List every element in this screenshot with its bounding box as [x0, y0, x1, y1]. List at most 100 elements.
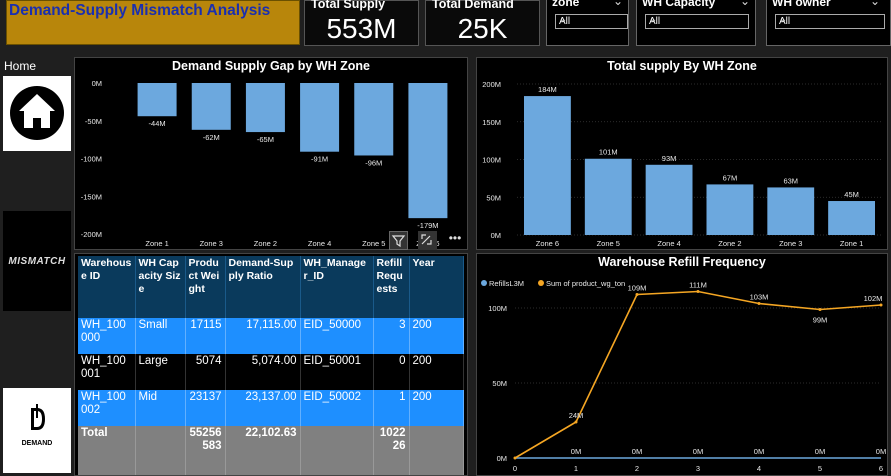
- total-cell: [300, 426, 374, 475]
- column-header[interactable]: Demand-Supply Ratio: [225, 256, 301, 318]
- supply-data-label: 184M: [538, 85, 557, 94]
- weight-point: [574, 420, 578, 424]
- zone-slicer[interactable]: zone ⌄ All ⌄: [546, 0, 629, 46]
- table-cell: EID_50000: [300, 318, 374, 354]
- x-tick-label: 1: [574, 464, 578, 473]
- total-cell: 22,102.63: [225, 426, 301, 475]
- weight-point: [696, 290, 700, 293]
- wh-owner-slicer[interactable]: WH owner ⌄ All ⌄: [766, 0, 891, 46]
- chevron-down-icon[interactable]: ⌄: [613, 0, 623, 8]
- total-cell: 102226: [373, 426, 410, 475]
- x-tick-label: 6: [879, 464, 883, 473]
- total-cell: 55256583: [185, 426, 226, 475]
- refills-data-label: 0M: [571, 447, 581, 456]
- total-supply-label: Total Supply: [311, 0, 386, 11]
- wh-capacity-slicer[interactable]: WH Capacity ⌄ All ⌄: [636, 0, 756, 46]
- total-demand-label: Total Demand: [432, 0, 514, 11]
- wh-owner-dropdown[interactable]: All ⌄: [775, 14, 885, 29]
- table-cell: 200: [409, 390, 464, 426]
- supply-chart: 200M 150M 100M 50M 0M 184M Zone 6 101M Zone 5 93M…: [482, 80, 882, 248]
- total-demand-value: 25K: [457, 13, 508, 44]
- column-header[interactable]: Warehouse ID: [78, 256, 136, 318]
- chevron-down-icon[interactable]: ⌄: [740, 0, 750, 8]
- y-tick-label: 100M: [488, 304, 507, 313]
- total-supply-panel[interactable]: Total supply By WH Zone 200M 150M 100M 50M 0…: [476, 57, 888, 250]
- total-supply-value: 553M: [326, 13, 397, 44]
- y-tick-label: 0M: [497, 454, 507, 463]
- gap-chart: 0M -50M -100M -150M -200M -44M Zone 1 -62M Zone …: [81, 79, 448, 248]
- x-tick-label: Zone 4: [657, 239, 680, 248]
- refill-frequency-panel[interactable]: Warehouse Refill Frequency 100M 50M 0M 0 1 2 3…: [476, 253, 888, 476]
- wh-owner-slicer-title: WH owner: [772, 0, 831, 9]
- table-total-row: Total 55256583 22,102.63 102226: [78, 426, 464, 475]
- weight-data-label: 111M: [689, 281, 707, 290]
- table-row[interactable]: WH_100001 Large 5074 5,074.00 EID_50001 0 200: [78, 354, 464, 390]
- y-tick-label: -200M: [81, 230, 102, 239]
- home-button[interactable]: [3, 76, 71, 151]
- demand-supply-gap-panel[interactable]: Demand Supply Gap by WH Zone 0M -50M -100M…: [74, 57, 468, 250]
- wh-capacity-dropdown[interactable]: All ⌄: [645, 14, 749, 29]
- column-header[interactable]: Refill Requests: [373, 256, 410, 318]
- table-cell: 5074: [185, 354, 226, 390]
- column-header[interactable]: Product Weight: [185, 256, 226, 318]
- gap-data-label: -62M: [203, 133, 220, 142]
- supply-data-label: 45M: [844, 190, 859, 199]
- home-icon: [10, 86, 64, 140]
- y-tick-label: 0M: [491, 231, 501, 240]
- supply-data-label: 63M: [783, 176, 798, 185]
- table-cell: 1: [373, 390, 410, 426]
- chevron-down-icon[interactable]: ⌄: [870, 0, 880, 8]
- gap-bar: [408, 83, 448, 219]
- table-cell: Mid: [135, 390, 186, 426]
- table-cell: 3: [373, 318, 410, 354]
- table-cell: 17,115.00: [225, 318, 301, 354]
- total-cell: [409, 426, 464, 475]
- demand-logo-text: DEMAND: [21, 440, 53, 447]
- weight-point: [879, 303, 883, 307]
- table-cell: EID_50001: [300, 354, 374, 390]
- gap-data-label: -91M: [311, 155, 328, 164]
- y-tick-label: -100M: [81, 155, 102, 164]
- x-tick-label: 4: [757, 464, 761, 473]
- x-tick-label: 2: [635, 464, 639, 473]
- table-row[interactable]: WH_100000 Small 17115 17,115.00 EID_50000 3 20…: [78, 318, 464, 354]
- more-options-icon[interactable]: •••: [445, 231, 465, 250]
- gap-bar: [137, 83, 177, 117]
- x-tick-label: 0: [513, 464, 517, 473]
- supply-data-label: 101M: [599, 148, 618, 157]
- mismatch-logo[interactable]: MISMATCH: [3, 211, 71, 311]
- demand-icon: [31, 404, 45, 430]
- table-cell: 23,137.00: [225, 390, 301, 426]
- wh-capacity-slicer-title: WH Capacity: [642, 0, 716, 9]
- table-cell: WH_100002: [78, 390, 136, 426]
- y-tick-label: -150M: [81, 192, 102, 201]
- warehouse-table-panel[interactable]: Warehouse ID WH Capacity Size Product Weig…: [74, 253, 468, 476]
- table-cell: 200: [409, 354, 464, 390]
- report-title: Demand-Supply Mismatch Analysis: [9, 2, 271, 19]
- refills-data-label: 0M: [754, 447, 764, 456]
- x-tick-label: Zone 5: [362, 239, 385, 248]
- table-cell: 17115: [185, 318, 226, 354]
- x-tick-label: Zone 6: [536, 239, 559, 248]
- x-tick-label: Zone 1: [145, 239, 168, 248]
- column-header[interactable]: Year: [409, 256, 464, 318]
- filter-icon[interactable]: [389, 231, 408, 250]
- column-header[interactable]: WH_Manager_ID: [300, 256, 374, 318]
- legend-label-weight: Sum of product_wg_ton: [546, 279, 625, 288]
- supply-bar: [584, 158, 632, 235]
- zone-dropdown[interactable]: All ⌄: [555, 14, 628, 29]
- table-row[interactable]: WH_100002 Mid 23137 23,137.00 EID_50002 1 200: [78, 390, 464, 426]
- table-cell: 0: [373, 354, 410, 390]
- focus-mode-icon[interactable]: [418, 231, 437, 250]
- home-label: Home: [4, 59, 37, 73]
- table-cell: Large: [135, 354, 186, 390]
- gap-bar: [245, 83, 285, 133]
- demand-logo[interactable]: DEMAND: [3, 388, 71, 473]
- column-header[interactable]: WH Capacity Size: [135, 256, 186, 318]
- gap-bar: [300, 83, 340, 152]
- x-tick-label: Zone 2: [718, 239, 741, 248]
- x-tick-label: 3: [696, 464, 700, 473]
- refill-chart: 100M 50M 0M 0 1 2 3 4 5 6 RefillsL3M Sum of product…: [481, 279, 886, 473]
- y-tick-label: 50M: [486, 193, 501, 202]
- weight-data-label: 103M: [750, 293, 769, 302]
